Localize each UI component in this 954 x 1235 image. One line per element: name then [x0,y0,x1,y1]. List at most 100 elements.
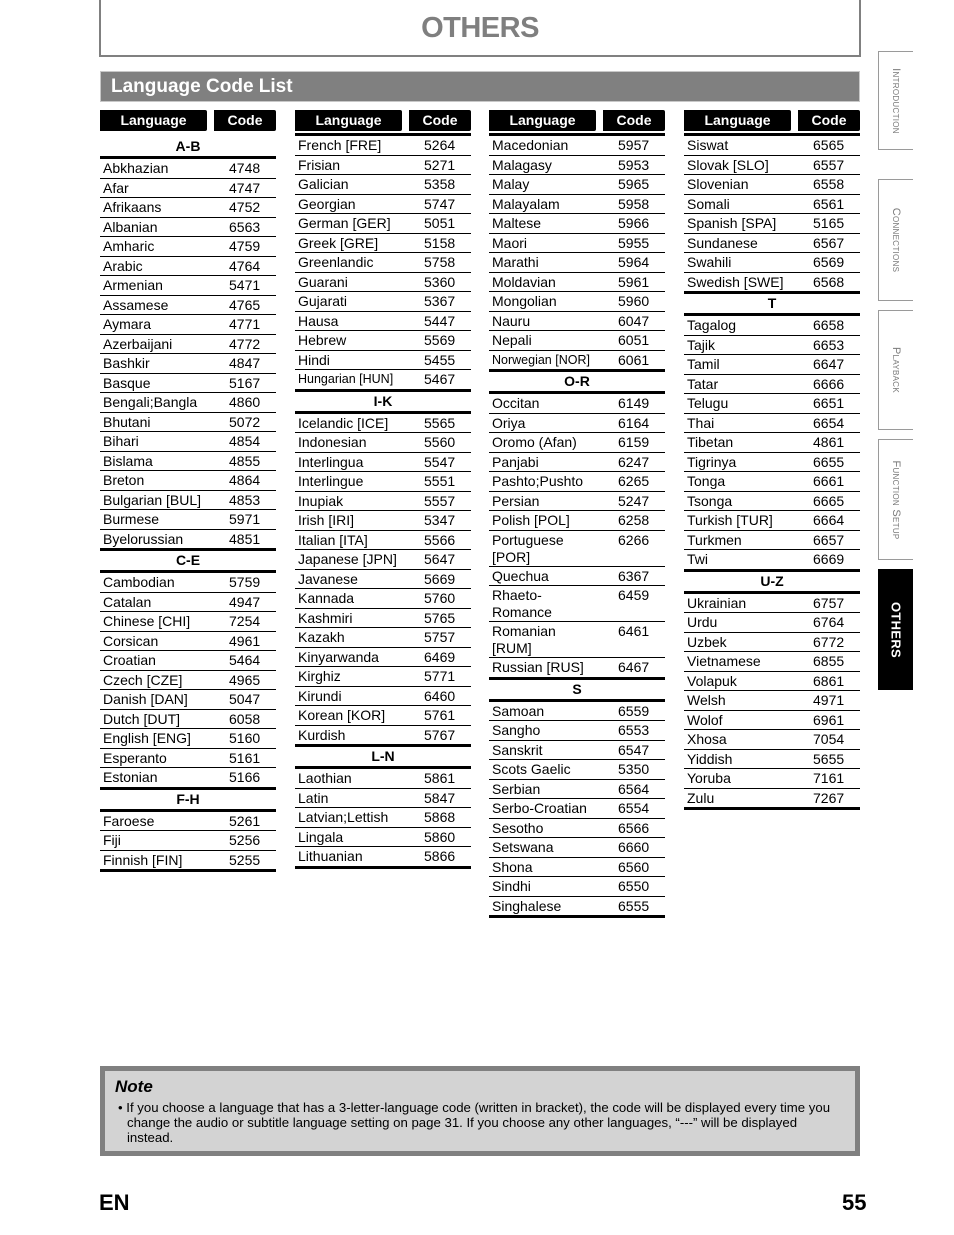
table-row: Indonesian 5560 [295,433,471,453]
table-row: Byelorussian 4851 [100,530,276,551]
table-row: Dutch [DUT] 6058 [100,710,276,729]
table-row: Maltese 5966 [489,214,665,234]
side-tab-introduction[interactable]: Introduction [878,51,913,150]
table-row: Lingala 5860 [295,828,471,847]
table-row: Rhaeto-Romance 6459 [489,586,665,622]
language-name: Kannada [298,590,355,606]
language-code: 6547 [618,741,650,758]
language-name: Sesotho [492,819,544,836]
language-name: Kurdish [298,726,346,743]
language-name: Swedish [SWE] [687,273,784,290]
table-row: Romanian [RUM] 6461 [489,622,665,658]
table-row: Kinyarwanda 6469 [295,648,471,667]
side-tab-connections[interactable]: Connections [878,179,913,301]
language-name: Tagalog [687,317,737,333]
table-row: Guarani 5360 [295,273,471,292]
language-code: 5759 [229,574,261,590]
table-row: Marathi 5964 [489,253,665,273]
language-name: Armenian [103,277,163,293]
language-code: 6461 [618,623,650,639]
table-row: Latvian;Lettish 5868 [295,808,471,828]
table-row: Spanish [SPA] 5165 [684,214,860,234]
language-code: 5271 [424,156,456,173]
language-name: Irish [IRI] [298,512,355,528]
language-code: 5655 [813,750,845,767]
table-row: German [GER] 5051 [295,214,471,234]
table-row: Malayalam 5958 [489,195,665,214]
table-row: Pashto;Pushto 6265 [489,472,665,492]
language-name: Yiddish [687,750,733,767]
table-row: Zulu 7267 [684,789,860,810]
language-code: 6266 [618,531,650,548]
language-name: Assamese [103,296,169,313]
language-code: 4853 [229,491,261,508]
language-name: Romanian [RUM] [492,623,556,656]
language-name: Amharic [103,238,155,254]
language-name: Tamil [687,356,720,372]
language-code: 6467 [618,659,650,675]
table-row: Siswat 6565 [684,136,860,156]
language-name: Byelorussian [103,530,184,547]
language-code: 6561 [813,195,845,212]
language-name: Burmese [103,511,160,527]
language-name: Indonesian [298,434,367,450]
table-row: Maori 5955 [489,234,665,253]
language-name: Japanese [JPN] [298,551,397,567]
footer-language: EN [99,1190,130,1215]
language-name: Welsh [687,692,726,708]
table-row: Sanskrit 6547 [489,741,665,760]
language-code: 4764 [229,257,261,274]
table-row: Javanese 5669 [295,570,471,589]
language-name: Fiji [103,832,121,848]
language-name: Inupiak [298,492,344,509]
table-row: Assamese 4765 [100,296,276,315]
language-name: Galician [298,176,349,192]
language-name: Bislama [103,452,153,469]
language-code: 6566 [618,819,650,836]
language-name: Marathi [492,254,539,270]
table-row: Swedish [SWE] 6568 [684,273,860,294]
language-code: 5256 [229,832,261,848]
language-name: Bhutani [103,413,151,430]
note-title: Note [115,1077,153,1096]
language-name: Tonga [687,473,726,489]
language-name: Bulgarian [BUL] [103,491,202,508]
side-tab-function-setup[interactable]: Function Setup [878,439,913,560]
language-name: Nauru [492,312,531,329]
table-row: Gujarati 5367 [295,292,471,312]
language-code: 4971 [813,692,845,708]
language-code: 5551 [424,473,456,489]
language-code: 5569 [424,332,456,348]
language-code: 6568 [813,273,845,290]
language-code: 5161 [229,749,261,766]
language-name: Esperanto [103,749,167,766]
language-name: Occitan [492,395,540,411]
language-name: Turkmen [687,531,742,548]
language-name: Sangho [492,722,541,738]
language-code: 5647 [424,551,456,567]
table-row: Bashkir 4847 [100,354,276,374]
table-row: Samoan 6559 [489,702,665,721]
table-row: Bulgarian [BUL] 4853 [100,491,276,510]
language-name: Interlingua [298,453,364,470]
language-name: Volapuk [687,672,737,689]
side-tab-others[interactable]: OTHERS [878,569,913,690]
language-code: 6564 [618,780,650,797]
language-code: 5358 [424,176,456,192]
language-name: Icelandic [ICE] [298,414,389,431]
language-code: 6061 [618,351,650,368]
language-code: 5158 [424,234,456,251]
language-code: 5557 [424,492,456,509]
language-name: Spanish [SPA] [687,215,777,231]
language-name: Sindhi [492,878,531,894]
side-tab-playback[interactable]: Playback [878,310,913,430]
table-row: Yoruba 7161 [684,769,860,789]
language-code: 6657 [813,531,845,548]
group-heading: C-E [100,551,276,573]
table-row: Tibetan 4861 [684,433,860,453]
language-name: Wolof [687,711,723,728]
table-row: Cambodian 5759 [100,573,276,593]
language-code: 5367 [424,293,456,309]
language-name: Tatar [687,375,719,392]
language-name: Pashto;Pushto [492,473,584,489]
